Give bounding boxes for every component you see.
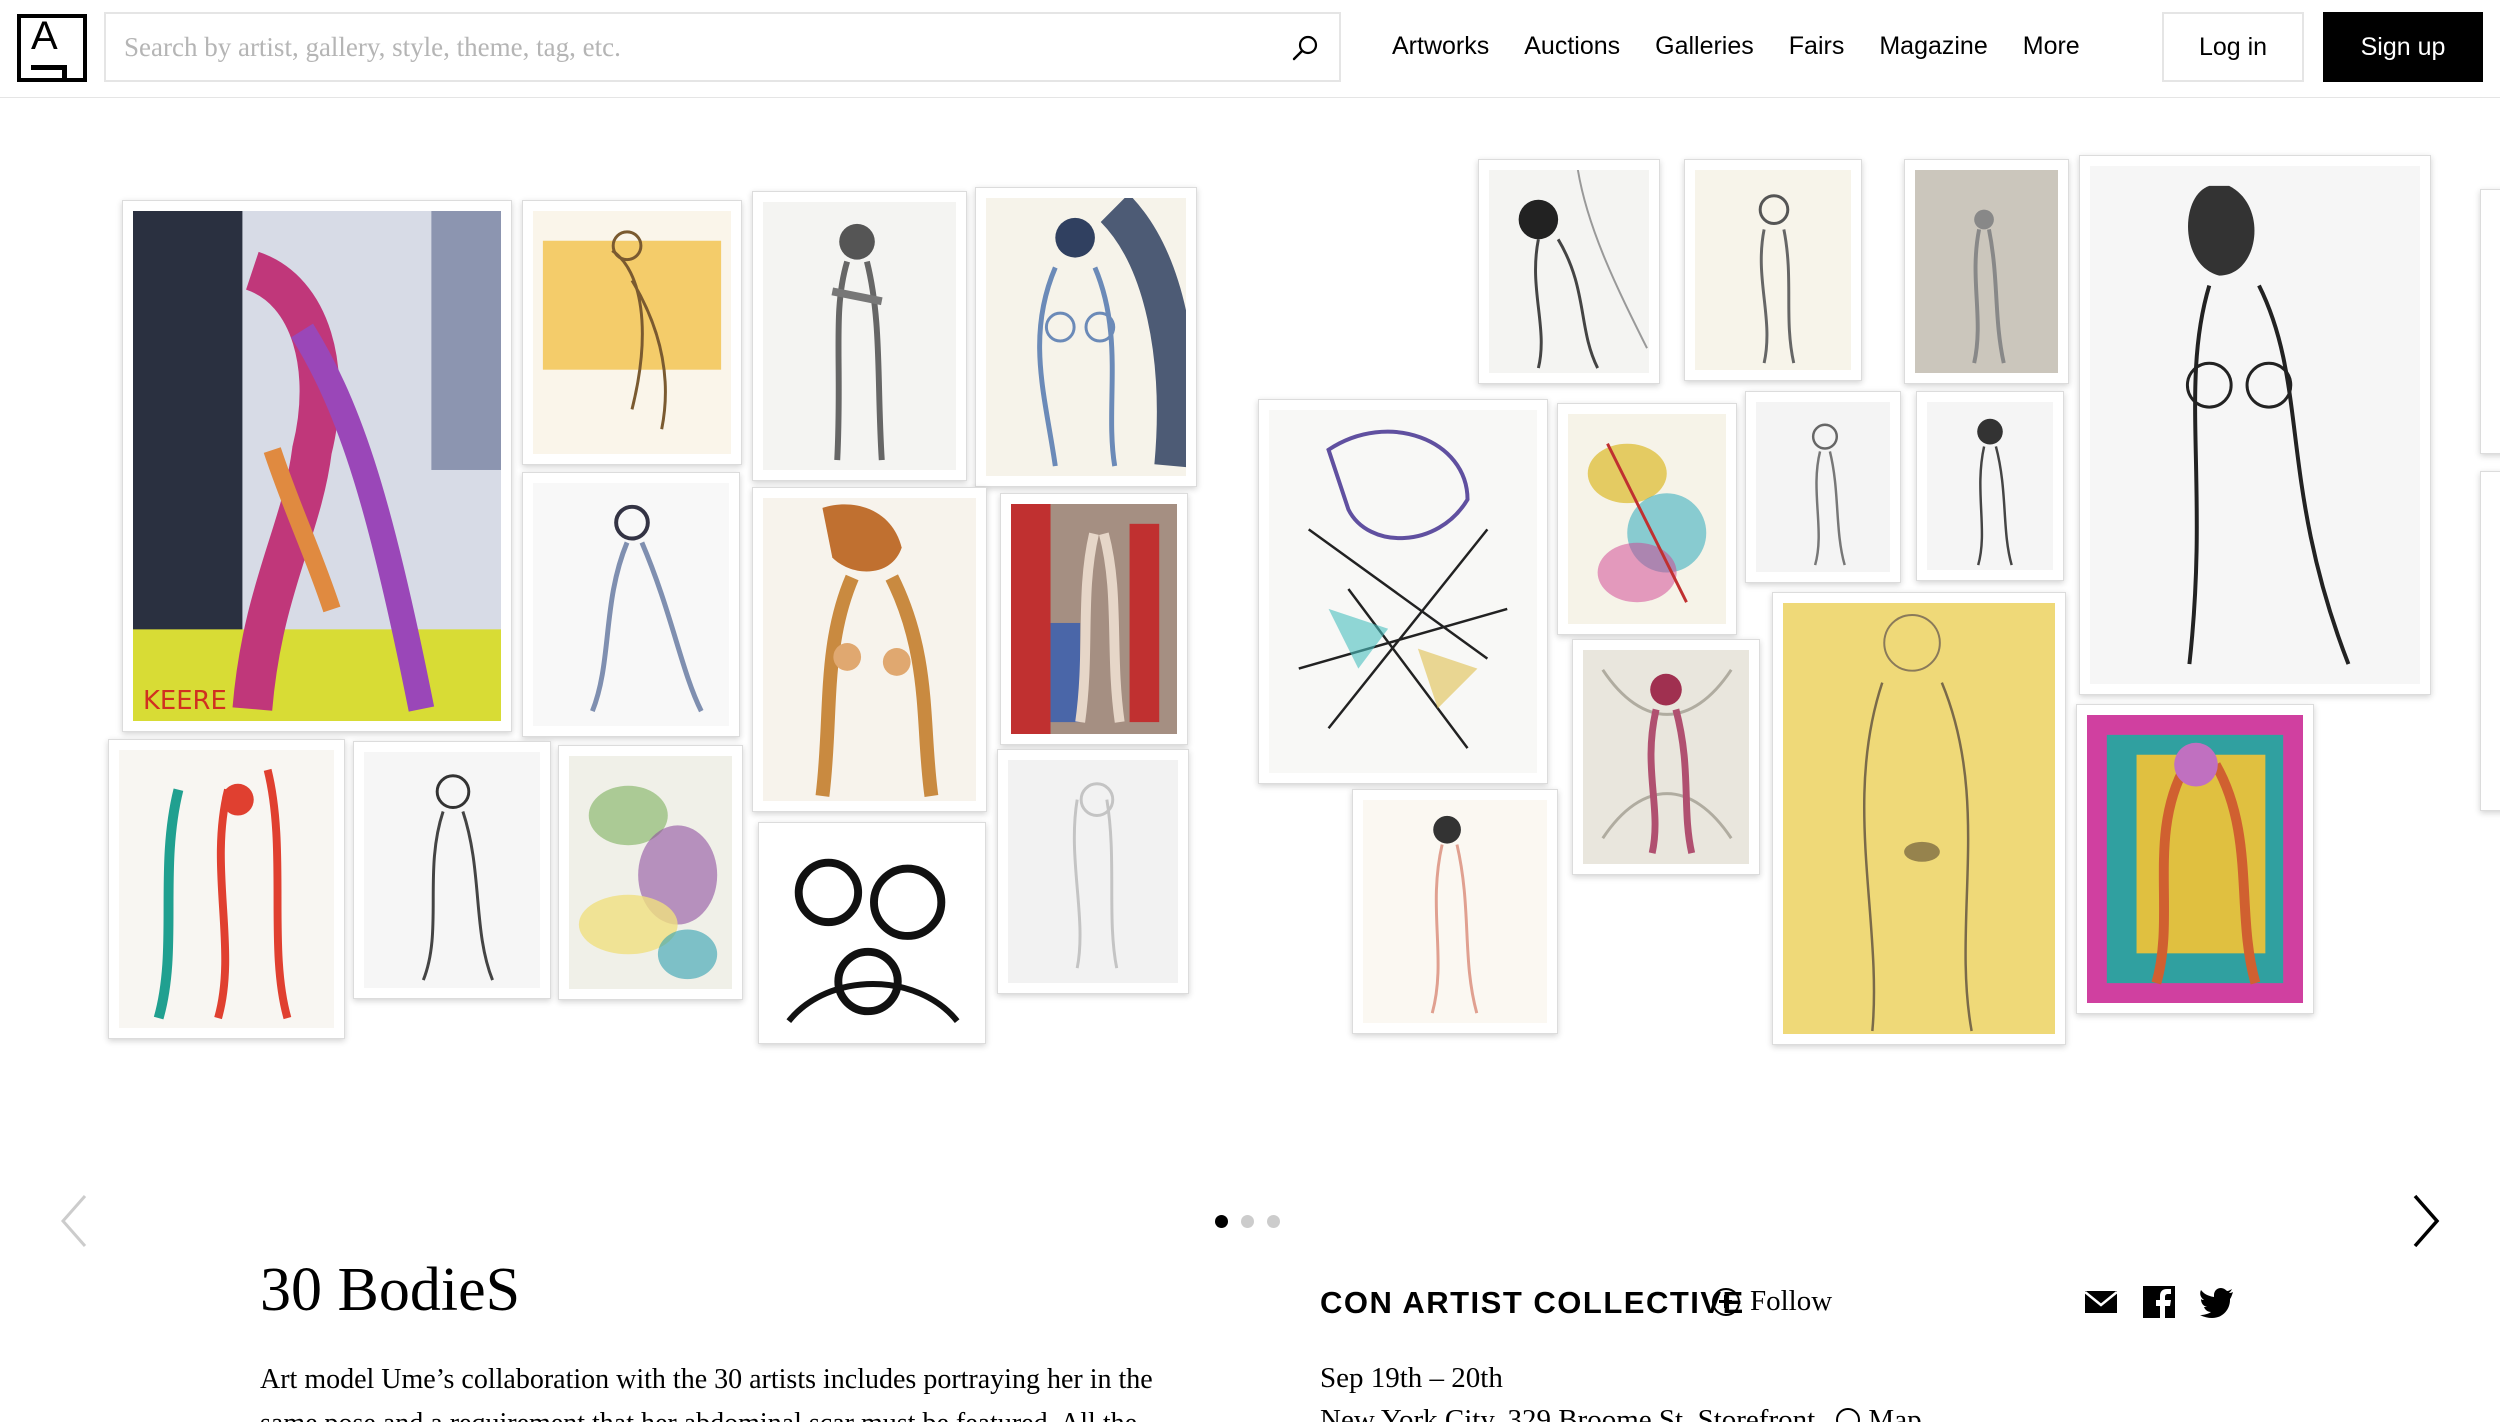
- artwork-tile[interactable]: [108, 739, 345, 1039]
- artwork-tile[interactable]: KEERE: [122, 200, 512, 732]
- artwork-image: [1756, 402, 1890, 572]
- exhibition-title: 30 BodieS: [260, 1256, 521, 1324]
- artwork-image: [1363, 800, 1547, 1023]
- main-nav: Artworks Auctions Galleries Fairs Magazi…: [1392, 0, 2115, 92]
- artwork-image: [119, 750, 334, 1028]
- artwork-tile[interactable]: [758, 822, 986, 1044]
- nav-artworks[interactable]: Artworks: [1392, 32, 1489, 61]
- artwork-tile[interactable]: [558, 745, 743, 1000]
- carousel-pagination: [1215, 1215, 1280, 1228]
- artwork-tile[interactable]: [975, 187, 1197, 487]
- artwork-tile[interactable]: [1684, 159, 1862, 381]
- svg-text:KEERE: KEERE: [143, 686, 227, 716]
- artwork-tile[interactable]: [522, 200, 742, 465]
- nav-galleries[interactable]: Galleries: [1655, 32, 1754, 61]
- login-button[interactable]: Log in: [2162, 12, 2304, 82]
- artwork-tile[interactable]: [1745, 391, 1901, 583]
- artwork-tile[interactable]: [1352, 789, 1558, 1034]
- nav-magazine[interactable]: Magazine: [1879, 32, 1987, 61]
- exhibition-description: Art model Ume’s collaboration with the 3…: [260, 1364, 1153, 1422]
- nav-fairs[interactable]: Fairs: [1789, 32, 1845, 61]
- logo-letter: A: [31, 14, 58, 58]
- artwork-image: [569, 756, 732, 989]
- artwork-image: [2090, 166, 2420, 684]
- facebook-icon[interactable]: [2141, 1284, 2177, 1320]
- follow-label: Follow: [1750, 1285, 1833, 1317]
- carousel-dot[interactable]: [1267, 1215, 1280, 1228]
- search-box: [104, 12, 1341, 82]
- search-icon[interactable]: [1291, 34, 1319, 62]
- artwork-tile[interactable]: [2480, 189, 2500, 454]
- share-icons: [2083, 1284, 2235, 1320]
- artwork-image: [364, 752, 540, 988]
- artwork-image: [1489, 169, 1649, 373]
- artwork-tile[interactable]: [1557, 403, 1737, 635]
- map-link[interactable]: Map: [1836, 1404, 1922, 1422]
- twitter-icon[interactable]: [2199, 1284, 2235, 1320]
- artwork-tile[interactable]: [2480, 471, 2500, 811]
- carousel-next-arrow-icon[interactable]: [2405, 1191, 2445, 1251]
- artwork-image: [763, 202, 956, 470]
- carousel-dot[interactable]: [1215, 1215, 1228, 1228]
- artwork-image: KEERE: [133, 211, 501, 721]
- artwork-tile[interactable]: [2076, 704, 2314, 1014]
- map-label: Map: [1868, 1404, 1922, 1422]
- artwork-tile[interactable]: [997, 749, 1189, 994]
- nav-auctions[interactable]: Auctions: [1524, 32, 1620, 61]
- artwork-tile[interactable]: [1478, 159, 1660, 384]
- exhibition-dates: Sep 19th – 20th: [1320, 1362, 1503, 1394]
- artwork-tile[interactable]: [522, 472, 740, 737]
- artwork-image: [1269, 410, 1537, 773]
- artwork-tile[interactable]: [1916, 391, 2064, 581]
- artwork-carousel: KEERE: [0, 99, 2500, 1248]
- artwork-image: [1008, 760, 1178, 983]
- signup-button[interactable]: Sign up: [2323, 12, 2483, 82]
- plus-circle-icon: [1836, 1408, 1861, 1422]
- artsy-logo[interactable]: A: [17, 14, 87, 82]
- plus-circle-icon: [1712, 1287, 1740, 1316]
- artwork-image: [769, 833, 975, 1033]
- artwork-image: [1783, 603, 2055, 1034]
- mail-icon[interactable]: [2083, 1284, 2119, 1320]
- artwork-tile[interactable]: [1000, 493, 1188, 745]
- artwork-tile[interactable]: [752, 191, 967, 481]
- artwork-image: [763, 498, 976, 801]
- artwork-image: [1011, 504, 1177, 734]
- artwork-image: [533, 211, 731, 454]
- artwork-image: [1583, 650, 1749, 864]
- carousel-prev-arrow-icon[interactable]: [55, 1191, 95, 1251]
- artwork-tile[interactable]: [1258, 399, 1548, 784]
- carousel-dot[interactable]: [1241, 1215, 1254, 1228]
- follow-button[interactable]: Follow: [1712, 1285, 1832, 1318]
- artwork-tile[interactable]: [1772, 592, 2066, 1045]
- artwork-image: [2087, 715, 2303, 1003]
- artwork-image: [1695, 170, 1851, 370]
- artwork-image: [533, 483, 729, 726]
- artwork-image: [1568, 414, 1726, 624]
- nav-more[interactable]: More: [2023, 32, 2080, 61]
- header: A Artworks Auctions Galleries Fairs Maga…: [0, 0, 2500, 98]
- artwork-image: [986, 193, 1197, 476]
- artwork-image: [1927, 402, 2053, 570]
- artwork-tile[interactable]: [2079, 155, 2431, 695]
- partner-name[interactable]: CON ARTIST COLLECTIVE: [1320, 1285, 1745, 1321]
- location-text: New York City, 329 Broome St. Storefront: [1320, 1404, 1816, 1422]
- artwork-tile[interactable]: [1572, 639, 1760, 875]
- artwork-tile[interactable]: [752, 487, 987, 812]
- search-input[interactable]: [106, 14, 1339, 80]
- artwork-tile[interactable]: [1904, 159, 2069, 384]
- artwork-image: [1915, 170, 2058, 373]
- exhibition-location: New York City, 329 Broome St. Storefront…: [1320, 1404, 1922, 1422]
- artwork-tile[interactable]: [353, 741, 551, 999]
